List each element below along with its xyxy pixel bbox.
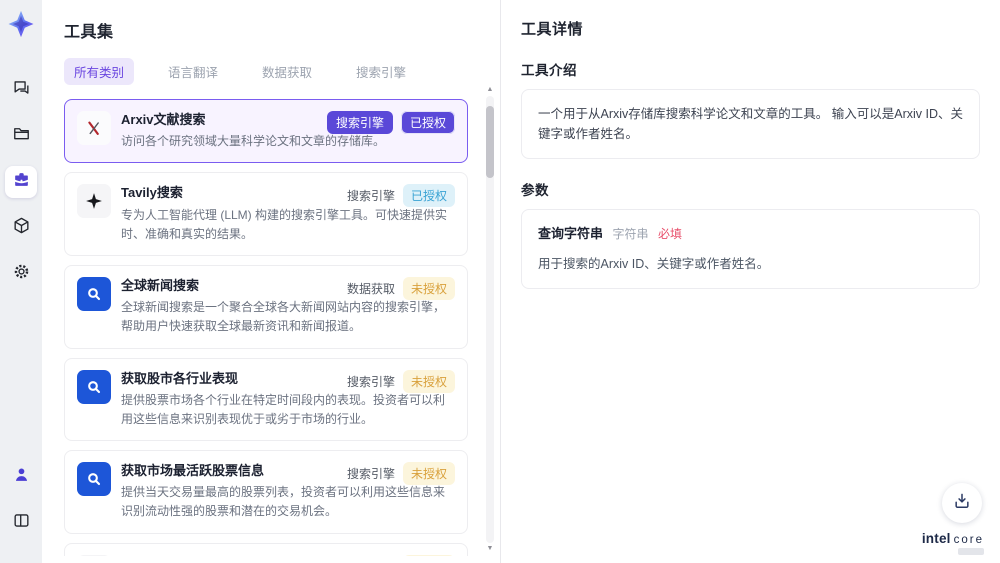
chat-icon: [12, 78, 31, 102]
intel-core-logo: intel core: [922, 531, 984, 555]
settings-gear-icon: [12, 262, 31, 286]
brand-core-text: core: [953, 534, 984, 546]
sidebar-item-toolbox[interactable]: [5, 166, 37, 198]
tab-3[interactable]: 搜索引擎: [346, 58, 416, 85]
detail-title: 工具详情: [521, 21, 584, 38]
tool-badges: 搜索引擎 已授权: [346, 184, 455, 208]
tool-card[interactable]: 获取股市各行业表现 提供股票市场各个行业在特定时间段内的表现。投资者可以利用这些…: [64, 357, 468, 442]
param-required-badge: 必填: [658, 227, 683, 241]
panel-layout-icon: [12, 511, 31, 535]
sidebar-item-panel-layout[interactable]: [5, 507, 37, 539]
category-badge: 搜索引擎: [326, 111, 393, 134]
params-heading: 参数: [521, 183, 549, 198]
status-badge: 未授权: [402, 554, 455, 556]
tool-description: 全球新闻搜索是一个聚合全球各大新闻网站内容的搜索引擎，帮助用户快速获取全球最新资…: [121, 300, 446, 334]
tab-0[interactable]: 所有类别: [64, 58, 135, 85]
category-badge: 搜索引擎: [346, 189, 395, 204]
tool-badges: 搜索引擎 未授权: [347, 554, 455, 556]
brand-intel-text: intel: [921, 531, 951, 546]
folder-icon: [12, 124, 31, 148]
param-type: 字符串: [612, 227, 649, 241]
intro-heading: 工具介绍: [521, 63, 577, 78]
category-badge: 数据获取: [346, 281, 395, 296]
download-button[interactable]: [942, 483, 982, 523]
intro-box: 一个用于从Arxiv存储库搜索科学论文和文章的工具。 输入可以是Arxiv ID…: [521, 89, 980, 159]
category-badge: 搜索引擎: [346, 467, 395, 482]
param-description: 用于搜索的Arxiv ID、关键字或作者姓名。: [538, 256, 770, 271]
scroll-up-icon[interactable]: ▲: [486, 86, 494, 94]
scrollbar-track[interactable]: [486, 96, 494, 543]
tool-description: 提供股票市场各个行业在特定时间段内的表现。投资者可以利用这些信息来识别表现优于或…: [121, 392, 446, 426]
tool-card[interactable]: Arxiv文献搜索 访问各个研究领域大量科学论文和文章的存储库。 搜索引擎 已授…: [64, 99, 468, 164]
tool-card[interactable]: 获取市场最活跃股票信息 提供当天交易量最高的股票列表，投资者可以利用这些信息来识…: [64, 450, 468, 534]
tool-card[interactable]: 全球新闻搜索 全球新闻搜索是一个聚合全球各大新闻网站内容的搜索引擎，帮助用户快速…: [64, 264, 468, 349]
tool-list-panel: 工具集 所有类别 语言翻译 数据获取 搜索引擎 Arxiv文献搜索 访问各个研究…: [42, 0, 500, 563]
tool-detail-panel: 工具详情 工具介绍 一个用于从Arxiv存储库搜索科学论文和文章的工具。 输入可…: [500, 0, 1000, 563]
scrollbar[interactable]: ▲ ▼: [486, 86, 494, 553]
sidebar-item-user[interactable]: [5, 461, 37, 493]
tool-badges: 搜索引擎 未授权: [346, 462, 455, 486]
status-badge: 已授权: [400, 111, 455, 134]
status-badge: 已授权: [402, 184, 455, 208]
user-icon: [12, 465, 31, 489]
param-header: 查询字符串 字符串 必填: [538, 224, 963, 245]
app-logo-gem-icon: [5, 8, 37, 40]
tool-badges: 搜索引擎 已授权: [326, 111, 455, 134]
tool-card[interactable]: Tavily搜索 专为人工智能代理 (LLM) 构建的搜索引擎工具。可快速提供实…: [64, 172, 468, 256]
cube-icon: [12, 216, 31, 240]
tool-icon: [77, 462, 111, 497]
tool-card[interactable]: 万维地区新闻查询 查询具体行政区划内的新闻，快速了解各地新闻动 搜索引擎 未授权: [64, 542, 468, 556]
tool-description: 专为人工智能代理 (LLM) 构建的搜索引擎工具。可快速提供实时、准确和真实的结…: [121, 207, 448, 241]
tool-icon: [77, 184, 111, 219]
scrollbar-thumb[interactable]: [486, 106, 494, 178]
brand-subtext-bar: [958, 548, 984, 555]
sidebar-item-folder[interactable]: [5, 120, 37, 152]
scroll-down-icon[interactable]: ▼: [486, 545, 494, 553]
toolbox-icon: [12, 170, 31, 194]
tool-list: Arxiv文献搜索 访问各个研究领域大量科学论文和文章的存储库。 搜索引擎 已授…: [64, 99, 480, 556]
status-badge: 未授权: [402, 369, 455, 393]
rail-nav: [5, 74, 37, 304]
status-badge: 未授权: [402, 276, 455, 300]
tab-1[interactable]: 语言翻译: [158, 58, 228, 85]
tool-icon: [77, 276, 111, 311]
page-title: 工具集: [64, 24, 114, 41]
sidebar-item-settings-gear[interactable]: [5, 258, 37, 290]
rail-bottom: [5, 461, 37, 553]
status-badge: 未授权: [402, 462, 455, 486]
tab-2[interactable]: 数据获取: [252, 58, 322, 85]
download-icon: [952, 491, 972, 516]
sidebar-item-chat[interactable]: [5, 74, 37, 106]
tool-icon: [77, 111, 111, 145]
tool-badges: 数据获取 未授权: [346, 276, 455, 300]
tool-badges: 搜索引擎 未授权: [346, 369, 455, 393]
category-tabs: 所有类别 语言翻译 数据获取 搜索引擎: [64, 58, 480, 85]
category-badge: 搜索引擎: [346, 374, 395, 389]
tool-description: 访问各个研究领域大量科学论文和文章的存储库。: [121, 134, 386, 149]
sidebar-item-cube[interactable]: [5, 212, 37, 244]
left-rail: [0, 0, 42, 563]
tool-description: 提供当天交易量最高的股票列表，投资者可以利用这些信息来识别流动性强的股票和潜在的…: [121, 485, 446, 519]
tool-icon: [77, 554, 111, 556]
tool-icon: [77, 369, 111, 404]
param-box: 查询字符串 字符串 必填 用于搜索的Arxiv ID、关键字或作者姓名。: [521, 209, 980, 289]
param-name: 查询字符串: [538, 226, 604, 241]
